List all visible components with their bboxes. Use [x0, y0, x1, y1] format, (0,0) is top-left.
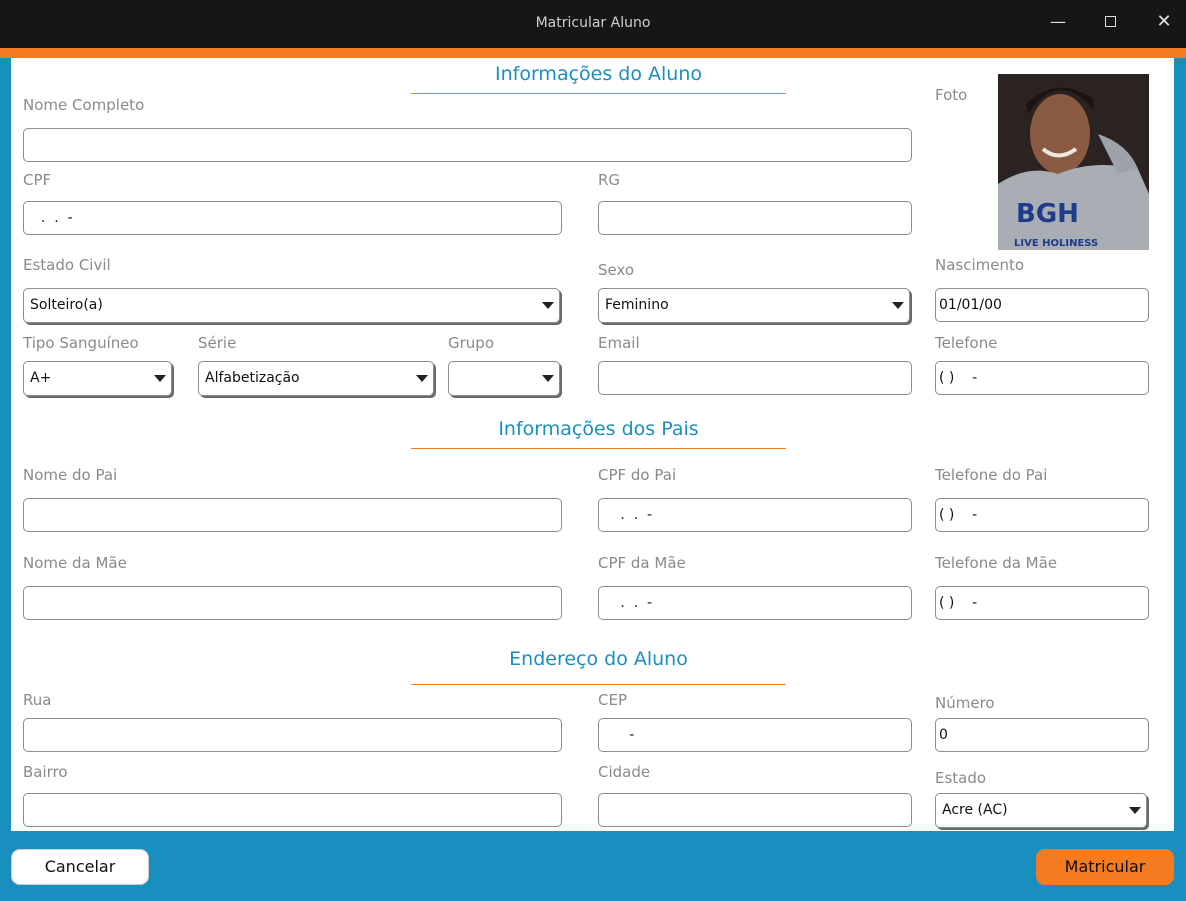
section-title-address: Endereço do Aluno — [509, 648, 688, 670]
chevron-down-icon — [542, 375, 554, 382]
section-title-student: Informações do Aluno — [495, 63, 702, 85]
mother-cpf-label: CPF da Mãe — [598, 554, 686, 572]
number-label: Número — [935, 694, 995, 712]
photo-shirt-text: BGH — [1016, 199, 1079, 229]
section-divider — [411, 684, 786, 685]
email-label: Email — [598, 334, 640, 352]
father-phone-label: Telefone do Pai — [935, 466, 1048, 484]
sex-value: Feminino — [605, 297, 669, 313]
section-divider — [411, 93, 786, 94]
mother-phone-input[interactable]: ( ) - — [935, 586, 1149, 620]
marital-status-select[interactable]: Solteiro(a) — [23, 288, 560, 323]
marital-status-label: Estado Civil — [23, 256, 111, 274]
birth-date-label: Nascimento — [935, 256, 1025, 274]
phone-input[interactable]: ( ) - — [935, 361, 1149, 395]
student-photo-image: BGH LIVE HOLINESS — [998, 74, 1149, 250]
photo-shirt-subtext: LIVE HOLINESS — [1014, 238, 1098, 249]
mother-phone-label: Telefone da Mãe — [935, 554, 1058, 572]
group-label: Grupo — [448, 334, 494, 352]
birth-date-input[interactable]: 01/01/00 — [935, 288, 1149, 322]
state-value: Acre (AC) — [942, 802, 1008, 818]
phone-label: Telefone — [935, 334, 998, 352]
photo-label: Foto — [935, 86, 968, 104]
window-titlebar: Matricular Aluno — ✕ — [0, 0, 1186, 48]
father-cpf-label: CPF do Pai — [598, 466, 677, 484]
state-label: Estado — [935, 769, 987, 787]
chevron-down-icon — [416, 375, 428, 382]
rg-label: RG — [598, 171, 621, 189]
sex-select[interactable]: Feminino — [598, 288, 910, 323]
cep-label: CEP — [598, 691, 627, 709]
close-icon: ✕ — [1156, 11, 1172, 32]
father-name-label: Nome do Pai — [23, 466, 118, 484]
header-accent-strip — [0, 48, 1186, 58]
blood-type-select[interactable]: A+ — [23, 361, 172, 396]
district-label: Bairro — [23, 763, 68, 781]
father-phone-input[interactable]: ( ) - — [935, 498, 1149, 532]
street-input[interactable] — [23, 718, 562, 752]
blood-type-value: A+ — [30, 370, 52, 386]
chevron-down-icon — [542, 302, 554, 309]
cpf-input[interactable]: . . - — [23, 201, 562, 235]
cpf-label: CPF — [23, 171, 52, 189]
cancel-button[interactable]: Cancelar — [11, 849, 149, 885]
city-label: Cidade — [598, 763, 651, 781]
number-input[interactable]: 0 — [935, 718, 1149, 752]
close-button[interactable]: ✕ — [1150, 10, 1178, 34]
mother-name-input[interactable] — [23, 586, 562, 620]
sex-label: Sexo — [598, 261, 635, 279]
city-input[interactable] — [598, 793, 912, 827]
mother-name-label: Nome da Mãe — [23, 554, 127, 572]
chevron-down-icon — [154, 375, 166, 382]
grade-select[interactable]: Alfabetização — [198, 361, 434, 396]
grade-value: Alfabetização — [205, 370, 300, 386]
full-name-label: Nome Completo — [23, 96, 145, 114]
minimize-icon: — — [1050, 12, 1066, 31]
district-input[interactable] — [23, 793, 562, 827]
chevron-down-icon — [892, 302, 904, 309]
full-name-input[interactable] — [23, 128, 912, 162]
window-title: Matricular Aluno — [535, 15, 651, 31]
group-select[interactable] — [448, 361, 560, 396]
student-photo[interactable]: BGH LIVE HOLINESS — [998, 74, 1149, 250]
grade-label: Série — [198, 334, 237, 352]
maximize-button[interactable] — [1096, 10, 1124, 34]
section-title-parents: Informações dos Pais — [498, 418, 699, 440]
father-cpf-input[interactable]: . . - — [598, 498, 912, 532]
street-label: Rua — [23, 691, 52, 709]
blood-type-label: Tipo Sanguíneo — [23, 334, 139, 352]
section-divider — [411, 448, 786, 449]
minimize-button[interactable]: — — [1044, 10, 1072, 34]
marital-status-value: Solteiro(a) — [30, 297, 103, 313]
state-select[interactable]: Acre (AC) — [935, 793, 1147, 828]
cep-input[interactable]: - — [598, 718, 912, 752]
email-input[interactable] — [598, 361, 912, 395]
mother-cpf-input[interactable]: . . - — [598, 586, 912, 620]
chevron-down-icon — [1129, 807, 1141, 814]
rg-input[interactable] — [598, 201, 912, 235]
maximize-icon — [1104, 16, 1116, 27]
father-name-input[interactable] — [23, 498, 562, 532]
enroll-button[interactable]: Matricular — [1036, 849, 1174, 885]
